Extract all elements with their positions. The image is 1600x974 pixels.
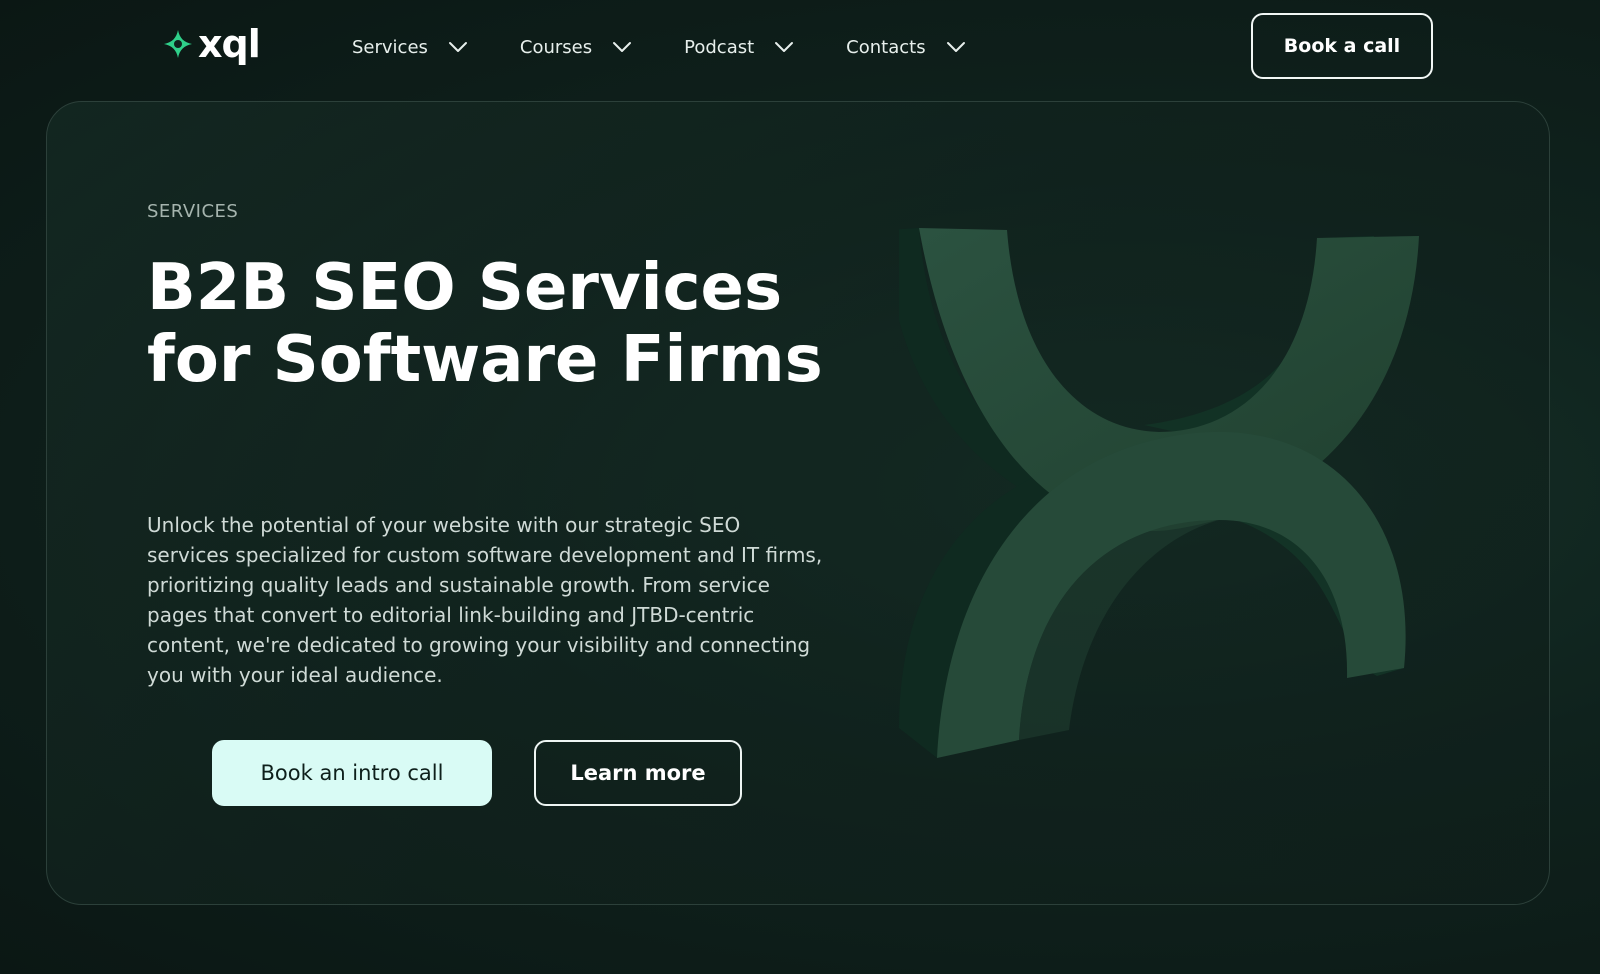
site-header: xql Services Courses Podcast Contacts Bo… xyxy=(0,0,1600,94)
chevron-down-icon xyxy=(775,42,794,52)
brand-logo[interactable]: xql xyxy=(162,22,261,66)
nav-item-courses[interactable]: Courses xyxy=(520,30,632,64)
book-intro-call-button[interactable]: Book an intro call xyxy=(212,740,492,806)
chevron-down-icon xyxy=(613,42,632,52)
chevron-down-icon xyxy=(946,42,965,52)
brand-name: xql xyxy=(198,22,261,66)
nav-item-label: Podcast xyxy=(684,36,755,58)
xql-3d-logo-icon xyxy=(899,228,1419,758)
book-a-call-button[interactable]: Book a call xyxy=(1251,13,1433,79)
page: xql Services Courses Podcast Contacts Bo… xyxy=(0,0,1600,974)
chevron-down-icon xyxy=(448,42,467,52)
nav-item-label: Courses xyxy=(519,36,593,58)
learn-more-button[interactable]: Learn more xyxy=(534,740,742,806)
main-nav: Services Courses Podcast Contacts xyxy=(352,30,1018,64)
nav-item-podcast[interactable]: Podcast xyxy=(684,30,794,64)
nav-item-contacts[interactable]: Contacts xyxy=(846,30,965,64)
hero-card: SERVICES B2B SEO Services for Software F… xyxy=(46,101,1550,905)
nav-item-label: Services xyxy=(352,36,428,58)
section-eyebrow: SERVICES xyxy=(147,201,239,222)
page-title: B2B SEO Services for Software Firms xyxy=(147,251,823,397)
nav-item-label: Contacts xyxy=(846,36,926,58)
sparkle-logo-icon xyxy=(164,30,192,58)
nav-item-services[interactable]: Services xyxy=(352,30,468,64)
hero-description: Unlock the potential of your website wit… xyxy=(147,513,823,687)
